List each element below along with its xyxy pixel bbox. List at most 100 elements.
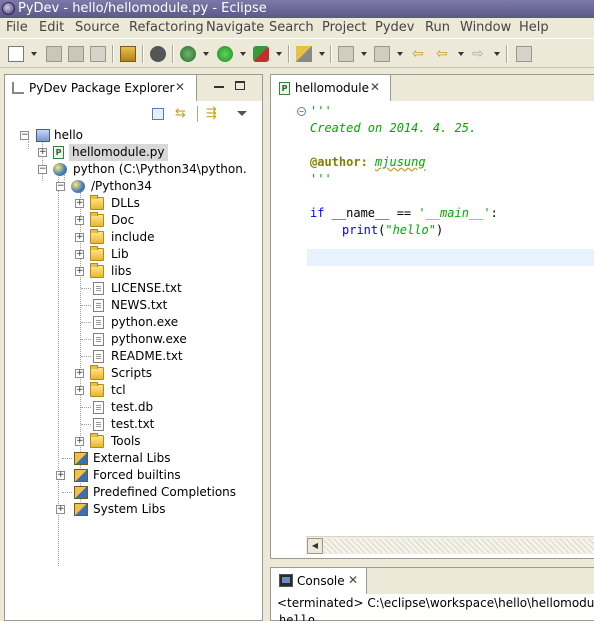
menu-help[interactable]: Help — [519, 20, 549, 36]
expand-toggle-icon[interactable]: + — [75, 199, 84, 208]
console-output: hello — [279, 613, 316, 621]
run-icon[interactable] — [217, 46, 233, 62]
view-menu-chevron-down-icon[interactable] — [237, 111, 247, 116]
horizontal-scrollbar[interactable]: ◀ — [306, 536, 594, 554]
next-annotation-dropdown-arrow-icon[interactable] — [361, 52, 367, 56]
save-icon[interactable] — [46, 46, 62, 62]
pin-editor-icon[interactable] — [516, 46, 532, 62]
tree-item-label: LICENSE.txt — [111, 281, 182, 295]
expand-toggle-icon[interactable]: + — [75, 386, 84, 395]
expand-toggle-icon[interactable]: + — [75, 437, 84, 446]
previous-annotation-dropdown-arrow-icon[interactable] — [397, 52, 403, 56]
folder-icon — [90, 195, 104, 210]
forward-dropdown-arrow-icon[interactable] — [494, 52, 500, 56]
menu-run[interactable]: Run — [425, 20, 450, 36]
file-icon — [93, 350, 104, 363]
last-edit-location-icon[interactable]: ⇦ — [412, 46, 428, 62]
if-keyword: if — [310, 206, 325, 220]
run-external-tools-icon[interactable] — [253, 46, 269, 62]
link-with-editor-icon[interactable]: ⇆ — [175, 107, 186, 120]
collapse-all-icon[interactable] — [152, 108, 164, 120]
tree-item-label: python (C:\Python34\python. — [73, 162, 247, 176]
console-panel: Console ✕ <terminated> C:\eclipse\worksp… — [270, 567, 594, 621]
fold-toggle-icon[interactable]: − — [297, 107, 306, 116]
expand-toggle-icon[interactable]: + — [56, 505, 65, 514]
current-line-highlight — [307, 249, 594, 266]
tab-console[interactable]: Console ✕ — [271, 568, 367, 594]
expand-toggle-icon[interactable]: + — [38, 148, 47, 157]
collapse-toggle-icon[interactable]: − — [20, 131, 29, 140]
tree-item-label: hellomodule.py — [69, 144, 168, 161]
eclipse-app-icon — [2, 2, 15, 15]
tree-item-label: /Python34 — [91, 179, 152, 193]
tree-item-label: Scripts — [111, 366, 153, 380]
collapse-toggle-icon[interactable]: − — [38, 165, 47, 174]
close-icon[interactable]: ✕ — [175, 80, 185, 94]
tree-item-label: Lib — [111, 247, 129, 261]
scroll-left-arrow-icon[interactable]: ◀ — [307, 538, 323, 554]
maximize-icon[interactable] — [235, 81, 245, 90]
tree-item-label: Tools — [111, 434, 141, 448]
tree-item-label: System Libs — [93, 502, 166, 516]
external-tools-dropdown-arrow-icon[interactable] — [276, 52, 282, 56]
menu-file[interactable]: File — [6, 20, 28, 36]
expand-toggle-icon[interactable]: + — [75, 233, 84, 242]
print-icon[interactable] — [90, 46, 106, 62]
folder-icon — [90, 246, 104, 261]
library-icon — [74, 469, 88, 482]
close-icon[interactable]: ✕ — [348, 573, 358, 587]
open-type-icon[interactable] — [120, 46, 136, 62]
tree-item-label: DLLs — [111, 196, 140, 210]
editor-tab-row: P hellomodule ✕ — [271, 75, 594, 101]
open-task-icon[interactable] — [296, 46, 312, 62]
tree-item-label: include — [111, 230, 155, 244]
tab-pydev-package-explorer[interactable]: PyDev Package Explorer ✕ — [5, 75, 197, 101]
save-all-icon[interactable] — [68, 46, 84, 62]
task-dropdown-arrow-icon[interactable] — [319, 52, 325, 56]
debug-icon[interactable] — [180, 46, 196, 62]
back-dropdown-arrow-icon[interactable] — [458, 52, 464, 56]
tree-item-label: tcl — [111, 383, 126, 397]
menu-project[interactable]: Project — [322, 20, 366, 36]
menu-search[interactable]: Search — [269, 20, 314, 36]
python-interpreter-icon — [53, 163, 67, 176]
expand-toggle-icon[interactable]: + — [75, 216, 84, 225]
name-comparison: __name__ == — [324, 206, 419, 220]
scrollbar-track[interactable] — [324, 539, 594, 553]
tree-item-label: Forced builtins — [93, 468, 181, 482]
menu-refactoring[interactable]: Refactoring — [129, 20, 204, 36]
toolbar-separator — [288, 45, 290, 63]
expand-toggle-icon[interactable]: + — [75, 369, 84, 378]
run-dropdown-arrow-icon[interactable] — [240, 52, 246, 56]
file-icon — [93, 333, 104, 346]
expand-toggle-icon[interactable]: + — [56, 471, 65, 480]
pydev-refresh-icon[interactable] — [150, 46, 166, 62]
package-explorer-icon — [12, 82, 24, 94]
minimize-icon[interactable] — [214, 86, 224, 88]
menu-source[interactable]: Source — [75, 20, 120, 36]
menu-edit[interactable]: Edit — [39, 20, 64, 36]
new-icon[interactable] — [8, 46, 24, 62]
debug-dropdown-arrow-icon[interactable] — [203, 52, 209, 56]
console-tab-row: Console ✕ — [271, 568, 594, 594]
author-name: mjusung — [375, 155, 426, 169]
filters-icon[interactable]: ⇶ — [206, 107, 217, 120]
menu-pydev[interactable]: Pydev — [375, 20, 414, 36]
forward-icon[interactable]: ⇨ — [472, 46, 488, 62]
tab-hellomodule[interactable]: P hellomodule ✕ — [271, 75, 391, 101]
expand-toggle-icon[interactable]: + — [75, 250, 84, 259]
previous-annotation-icon[interactable] — [374, 46, 390, 62]
code-line-2: Created on 2014. 4. 25. — [310, 121, 477, 135]
back-icon[interactable]: ⇦ — [436, 46, 452, 62]
decorator-text: @author: — [310, 155, 368, 169]
menu-window[interactable]: Window — [460, 20, 511, 36]
tree-item-label: External Libs — [93, 451, 171, 465]
menu-navigate[interactable]: Navigate — [206, 20, 264, 36]
new-dropdown-arrow-icon[interactable] — [31, 52, 37, 56]
next-annotation-icon[interactable] — [338, 46, 354, 62]
expand-toggle-icon[interactable]: + — [75, 267, 84, 276]
close-icon[interactable]: ✕ — [370, 80, 380, 94]
toolbar-separator — [506, 45, 508, 63]
collapse-toggle-icon[interactable]: − — [56, 182, 65, 191]
folder-icon — [90, 229, 104, 244]
